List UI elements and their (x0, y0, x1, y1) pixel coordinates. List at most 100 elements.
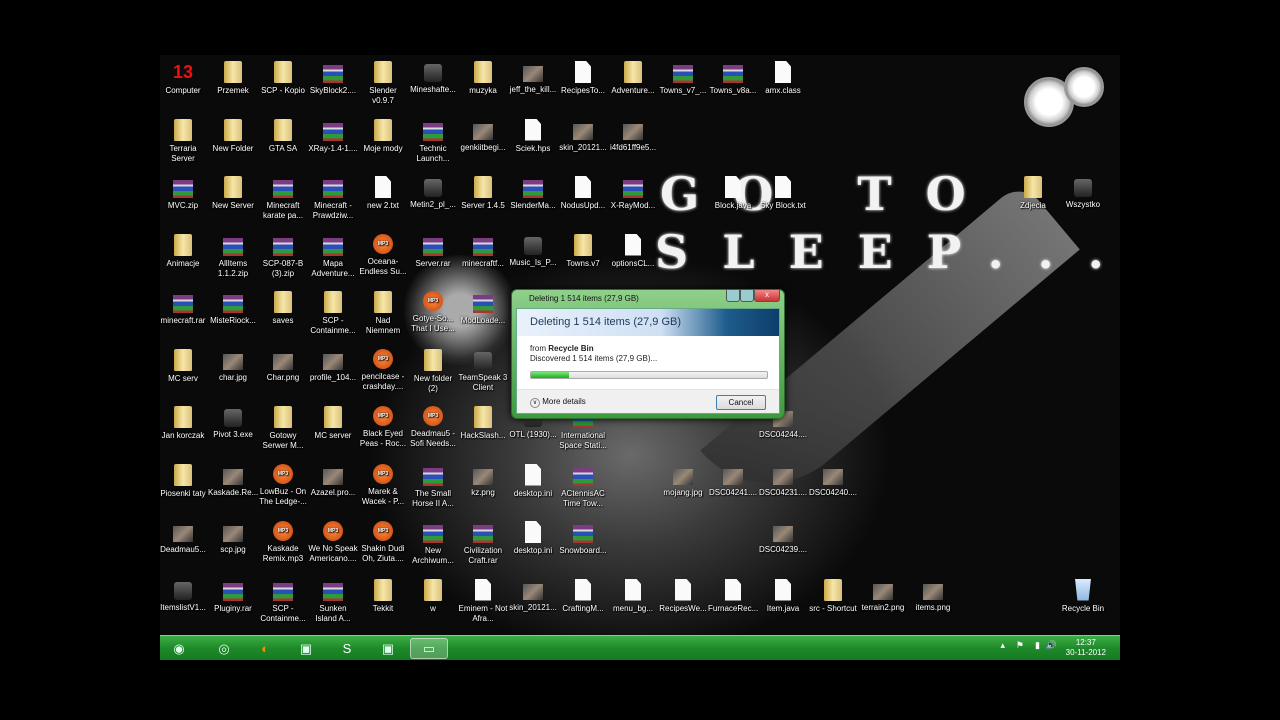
desktop-icon[interactable]: New Archiwum... (408, 521, 458, 566)
desktop-icon[interactable]: SlenderMa... (508, 176, 558, 211)
desktop-icon[interactable]: Tekkit (358, 578, 408, 614)
desktop-icon[interactable]: DSC04231.... (758, 464, 808, 498)
desktop-icon[interactable]: char.jpg (208, 349, 258, 383)
desktop-icon[interactable]: GTA SA (258, 118, 308, 154)
desktop-icon[interactable]: Pivot 3.exe (208, 406, 258, 440)
desktop-icon[interactable]: Mineshafte... (408, 61, 458, 95)
action-center-flag-icon[interactable]: ⚑ (1016, 640, 1024, 651)
volume-icon[interactable]: 🔊 (1046, 640, 1057, 651)
desktop-icon[interactable]: Technic Launch... (408, 119, 458, 164)
desktop-icon[interactable]: new 2.txt (358, 176, 408, 211)
desktop-icon[interactable]: menu_bg... (608, 578, 658, 614)
desktop-icon[interactable]: Gotowy Serwer M... (258, 406, 308, 451)
desktop-icon[interactable]: Wszystko (1058, 176, 1108, 210)
desktop-icon[interactable]: Adventure... (608, 61, 658, 96)
desktop-icon[interactable]: 13 Computer (160, 61, 208, 96)
close-button[interactable]: x (754, 290, 780, 302)
desktop-icon[interactable]: saves (258, 291, 308, 326)
cancel-button[interactable]: Cancel (716, 395, 766, 410)
desktop-icon[interactable]: Recycle Bin (1058, 578, 1108, 614)
desktop-icon[interactable]: MP3 We No Speak Americano.... (308, 521, 358, 564)
desktop-icon[interactable]: mojang.jpg (658, 464, 708, 498)
desktop-icon[interactable]: Towns_v8a... (708, 61, 758, 96)
desktop-icon[interactable]: Przemek (208, 61, 258, 96)
desktop-icon[interactable]: Deadmau5... (160, 521, 208, 555)
start-button[interactable]: ◉ (160, 638, 198, 659)
desktop-icon[interactable]: Char.png (258, 349, 308, 383)
taskbar-windows-explorer-button[interactable]: ▭ (410, 638, 448, 659)
desktop-icon[interactable]: DSC04239.... (758, 521, 808, 555)
desktop-icon[interactable]: SCP - Containme... (258, 579, 308, 624)
desktop-icon[interactable]: Towns_v7_... (658, 61, 708, 96)
desktop-icon[interactable]: MisteRiock... (208, 291, 258, 326)
desktop-icon[interactable]: ACtennisAC Time Tow... (558, 464, 608, 509)
taskbar-app-button[interactable]: ▣ (369, 638, 407, 659)
desktop-icon[interactable]: Item.java (758, 578, 808, 614)
desktop-icon[interactable]: ModLoade... (458, 291, 508, 326)
desktop-icon[interactable]: i4fd61ff9e5... (608, 119, 658, 153)
desktop-icon[interactable]: Kaskade.Re... (208, 464, 258, 498)
desktop-icon[interactable]: profile_104... (308, 349, 358, 383)
desktop-icon[interactable]: Civilization Craft.rar (458, 521, 508, 566)
memory-meter-gadget[interactable] (1064, 67, 1104, 107)
desktop-icon[interactable]: XRay-1.4-1.... (308, 119, 358, 154)
desktop-icon[interactable]: Block.java (708, 176, 758, 211)
desktop-icon[interactable]: Metin2_pl_... (408, 176, 458, 210)
desktop-icon[interactable]: SCP - Containme... (308, 291, 358, 336)
desktop-icon[interactable]: optionsCL... (608, 233, 658, 269)
minimize-button[interactable] (726, 290, 740, 302)
desktop-icon[interactable]: DSC04241.... (708, 464, 758, 498)
desktop-icon[interactable]: Sunken Island A... (308, 579, 358, 624)
desktop-icon[interactable]: Sky Block.txt (758, 176, 808, 211)
desktop-icon[interactable]: Nad Niemnem (358, 291, 408, 336)
desktop-icon[interactable]: scp.jpg (208, 521, 258, 555)
desktop-icon[interactable]: MC serv (160, 348, 208, 384)
desktop-icon[interactable]: Zdjecia (1008, 176, 1058, 211)
desktop-icon[interactable]: minecraft.rar (160, 291, 208, 326)
desktop-icon[interactable]: MP3 Marek & Wacek - P... (358, 463, 408, 507)
maximize-button[interactable] (740, 290, 754, 302)
desktop-icon[interactable]: MP3 Deadmau5 - Sofi Needs... (408, 406, 458, 449)
desktop-icon[interactable]: HackSlash... (458, 406, 508, 441)
desktop-icon[interactable]: New folder (2) (408, 348, 458, 394)
taskbar-chrome-button[interactable]: ◎ (205, 638, 243, 659)
desktop-icon[interactable]: items.png (908, 579, 958, 613)
desktop-icon[interactable]: Server.rar (408, 234, 458, 269)
taskbar-firefox-button[interactable]: ◐ (246, 638, 284, 659)
desktop-icon[interactable]: SkyBlock2.... (308, 61, 358, 96)
desktop-icon[interactable]: RecipesWe... (658, 578, 708, 614)
desktop-icon[interactable]: Azazel.pro... (308, 464, 358, 498)
desktop-icon[interactable]: src - Shortcut (808, 578, 858, 614)
desktop-icon[interactable]: Eminem - Not Afra... (458, 578, 508, 624)
desktop-icon[interactable]: X-RayMod... (608, 176, 658, 211)
desktop-icon[interactable]: w (408, 578, 458, 614)
desktop-icon[interactable]: SCP-087-B (3).zip (258, 234, 308, 279)
desktop-icon[interactable]: Music_Is_P... (508, 234, 558, 268)
desktop-icon[interactable]: Terraria Server (160, 118, 208, 164)
desktop-icon[interactable]: SCP - Kopio (258, 61, 308, 96)
desktop-icon[interactable]: MP3 Oceana- Endless Su... (358, 233, 408, 277)
desktop-icon[interactable]: Piosenki taty (160, 463, 208, 499)
desktop-icon[interactable]: TeamSpeak 3 Client (458, 349, 508, 393)
desktop-icon[interactable]: kz.png (458, 464, 508, 498)
desktop-icon[interactable]: CraftingM... (558, 578, 608, 614)
desktop-icon[interactable]: Server 1.4.5 (458, 176, 508, 211)
desktop-icon[interactable]: Jan korczak (160, 406, 208, 441)
desktop-icon[interactable]: terrain2.png (858, 579, 908, 613)
desktop-icon[interactable]: Pluginy.rar (208, 579, 258, 614)
desktop-icon[interactable]: AllItems 1.1.2.zip (208, 234, 258, 279)
desktop-icon[interactable]: Sciek.hps (508, 118, 558, 154)
desktop-icon[interactable]: FurnaceRec... (708, 578, 758, 614)
desktop-icon[interactable]: MP3 Gotye-So... That I Use... (408, 291, 458, 334)
desktop-icon[interactable]: jeff_the_kill... (508, 61, 558, 95)
desktop-icon[interactable]: DSC04240.... (808, 464, 858, 498)
desktop-icon[interactable]: Moje mody (358, 118, 408, 154)
desktop-icon[interactable]: MVC.zip (160, 176, 208, 211)
network-signal-icon[interactable]: ▮ (1035, 640, 1040, 651)
desktop-icon[interactable]: Minecraft karate pa... (258, 176, 308, 221)
desktop-icon[interactable]: Minecraft - Prawdziw... (308, 176, 358, 221)
more-details-toggle[interactable]: ∨ More details (530, 397, 586, 408)
desktop-icon[interactable]: minecraftf... (458, 234, 508, 269)
desktop-icon[interactable]: Snowboard... (558, 521, 608, 556)
desktop-icon[interactable]: amx.class (758, 61, 808, 96)
